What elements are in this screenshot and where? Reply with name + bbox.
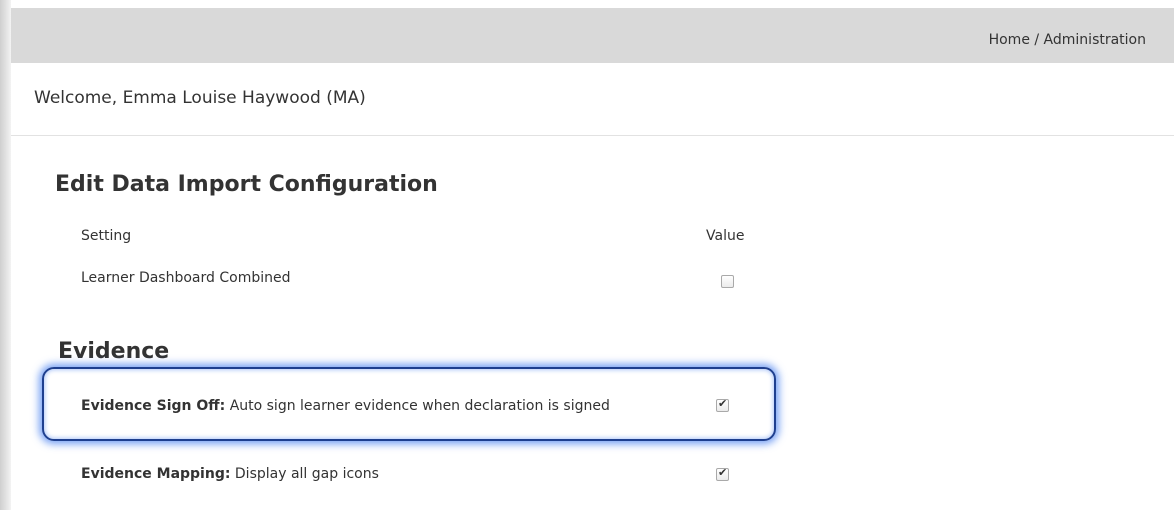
evidence-mapping-checkbox[interactable] (716, 466, 729, 481)
breadcrumb[interactable]: Home / Administration (989, 32, 1146, 48)
evidence-title: Evidence (58, 339, 170, 364)
data-import-title: Edit Data Import Configuration (55, 172, 438, 197)
welcome-row: Welcome, Emma Louise Haywood (MA) (11, 63, 1174, 136)
learner-dashboard-combined-label: Learner Dashboard Combined (81, 270, 291, 286)
top-strip (0, 0, 1174, 8)
evidence-sign-off-label: Evidence Sign Off: Auto sign learner evi… (81, 395, 681, 417)
header-bar: Home / Administration (11, 8, 1174, 63)
evidence-sign-off-checkbox[interactable] (716, 397, 729, 412)
learner-dashboard-combined-checkbox[interactable] (721, 275, 734, 288)
value-column-header: Value (706, 228, 745, 244)
evidence-mapping-description: Display all gap icons (234, 466, 379, 482)
evidence-mapping-label: Evidence Mapping: Display all gap icons (81, 463, 379, 485)
evidence-sign-off-name: Evidence Sign Off: (81, 398, 226, 414)
evidence-sign-off-description: Auto sign learner evidence when declarat… (229, 398, 610, 414)
page-frame: Home / Administration Welcome, Emma Loui… (0, 0, 1174, 510)
welcome-text: Welcome, Emma Louise Haywood (MA) (34, 88, 366, 108)
evidence-mapping-name: Evidence Mapping: (81, 466, 231, 482)
left-edge-shadow (0, 0, 11, 510)
setting-column-header: Setting (81, 228, 132, 244)
